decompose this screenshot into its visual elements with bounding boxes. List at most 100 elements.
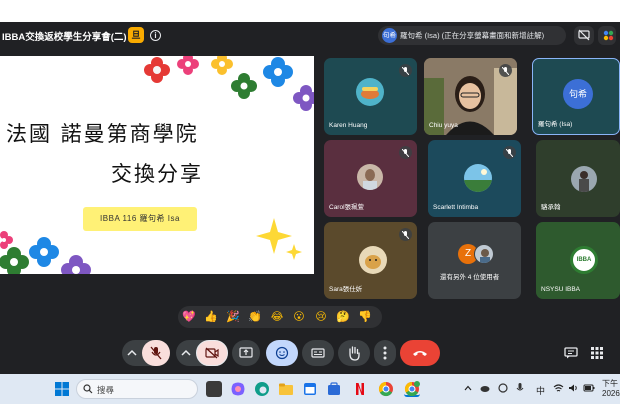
tray-overflow-chevron-icon[interactable] — [464, 385, 472, 391]
chevron-up-icon — [127, 349, 137, 356]
participant-avatar — [571, 166, 597, 192]
onedrive-icon[interactable] — [480, 383, 490, 393]
camera-control-group — [176, 340, 228, 366]
task-view-app[interactable] — [206, 381, 222, 397]
reaction-party-icon[interactable]: 🎉 — [226, 310, 240, 324]
windows-logo-icon — [55, 382, 69, 396]
organization-logo: IBBA — [570, 246, 598, 274]
ime-indicator[interactable]: 中 — [536, 384, 545, 397]
camera-toggle-button[interactable] — [196, 340, 228, 366]
reaction-thinking-icon[interactable]: 🤔 — [336, 310, 350, 324]
reaction-thumbs-down-icon[interactable]: 👎 — [358, 310, 372, 324]
presenter-status-chip[interactable]: 句希 羅句希 (Isa) (正在分享螢幕畫面和新增註解) — [378, 26, 566, 45]
mic-toggle-button[interactable] — [142, 340, 170, 366]
present-screen-button[interactable] — [232, 340, 260, 366]
search-placeholder: 搜尋 — [97, 385, 115, 395]
present-off-icon — [578, 29, 590, 41]
mic-off-icon — [150, 346, 162, 360]
apps-icon — [603, 30, 614, 41]
emoji-icon — [275, 346, 289, 360]
edge-icon — [255, 382, 269, 396]
leave-call-button[interactable] — [400, 340, 440, 366]
meeting-apps-button[interactable] — [598, 26, 616, 45]
meet-tray-icon[interactable] — [498, 383, 508, 393]
screenshot: IBBA交換返校學生分享會(二) 旦 i 句希 羅句希 (Isa) (正在分享螢… — [0, 0, 620, 414]
stop-presenting-button[interactable] — [574, 26, 594, 45]
more-participants-label: 還有另外 4 位使用者 — [440, 274, 500, 281]
reaction-sad-icon[interactable]: 😢 — [314, 310, 328, 324]
chrome-app[interactable] — [378, 381, 394, 397]
reactions-bar: 💖 👍 🎉 👏 😂 😮 😢 🤔 👎 — [178, 306, 382, 328]
participant-tile[interactable]: Sara張仕妡 — [324, 222, 417, 299]
battery-icon[interactable] — [583, 383, 595, 393]
participant-tile[interactable]: Chiu yuya — [424, 58, 517, 135]
participant-tile-speaking[interactable]: 句希 羅句希 (Isa) — [532, 58, 620, 135]
activities-button[interactable] — [586, 342, 608, 364]
wifi-icon[interactable] — [553, 383, 564, 393]
slide-presenter-line: IBBA 116 羅句希 Isa — [100, 214, 180, 223]
raise-hand-button[interactable] — [338, 340, 370, 366]
volume-icon[interactable] — [568, 383, 579, 393]
clock-date[interactable]: 2026/ — [602, 389, 620, 398]
netflix-icon — [356, 383, 364, 395]
present-to-all-icon — [239, 347, 253, 358]
participant-avatar — [464, 164, 492, 192]
mic-muted-icon — [399, 64, 412, 77]
participant-avatar — [359, 246, 387, 274]
participant-tile[interactable]: Carol張珮萱 — [324, 140, 417, 217]
chrome-profile-icon — [404, 381, 420, 397]
copilot-app[interactable] — [230, 381, 246, 397]
calendar-app[interactable] — [302, 381, 318, 397]
camera-off-icon — [205, 347, 219, 359]
more-vert-icon — [383, 346, 387, 360]
file-explorer-app[interactable] — [278, 381, 294, 397]
chrome-icon — [378, 381, 393, 397]
participant-tile[interactable]: Scarlett Intimba — [428, 140, 521, 217]
meeting-top-bar: IBBA交換返校學生分享會(二) 旦 i 句希 羅句希 (Isa) (正在分享螢… — [0, 22, 620, 50]
slide-subtitle: 交換分享 — [111, 162, 203, 186]
windows-taskbar: 搜尋 中 下午 2026/ — [0, 374, 620, 404]
participant-name: Chiu yuya — [429, 122, 458, 129]
more-participants-tile[interactable]: Z 還有另外 4 位使用者 — [428, 222, 521, 299]
reaction-clap-icon[interactable]: 👏 — [248, 310, 262, 324]
meeting-title: IBBA交換返校學生分享會(二) — [2, 32, 127, 43]
microphone-control-group — [122, 340, 170, 366]
captions-button[interactable] — [302, 340, 334, 366]
reactions-toggle-button[interactable] — [266, 340, 298, 366]
teams-app[interactable] — [326, 381, 342, 397]
participant-name: Carol張珮萱 — [329, 204, 365, 211]
taskbar-search-box[interactable]: 搜尋 — [76, 379, 198, 399]
calendar-icon — [304, 383, 316, 395]
grid-icon — [591, 347, 603, 359]
folder-icon — [279, 383, 293, 395]
participant-tile[interactable]: 駱承翰 — [536, 140, 620, 217]
participant-tile[interactable]: Karen Huang — [324, 58, 417, 135]
search-icon — [83, 384, 93, 394]
phone-hangup-icon — [413, 351, 427, 356]
meeting-badge[interactable]: 旦 — [128, 27, 144, 43]
reaction-thumbs-up-icon[interactable]: 👍 — [204, 310, 218, 324]
reaction-surprised-icon[interactable]: 😮 — [292, 310, 306, 324]
chat-icon — [564, 347, 578, 359]
participant-name: Sara張仕妡 — [329, 286, 363, 293]
chat-button[interactable] — [560, 342, 582, 364]
participant-tile[interactable]: IBBA NSYSU IBBA — [536, 222, 620, 299]
slide-title: 法國 諾曼第商學院 — [6, 122, 199, 146]
more-options-button[interactable] — [374, 340, 396, 366]
mic-muted-icon — [503, 146, 516, 159]
clock-time[interactable]: 下午 — [602, 378, 618, 389]
audio-options-button[interactable] — [122, 340, 142, 366]
reaction-laugh-icon[interactable]: 😂 — [270, 310, 284, 324]
copilot-icon — [231, 382, 245, 396]
start-button[interactable] — [54, 381, 70, 397]
netflix-app[interactable] — [352, 381, 368, 397]
video-options-button[interactable] — [176, 340, 196, 366]
closed-captions-icon — [311, 348, 325, 358]
participant-avatar: 句希 — [563, 79, 593, 109]
chrome-meet-active-app[interactable] — [404, 381, 420, 397]
info-icon[interactable]: i — [150, 30, 161, 41]
microphone-tray-icon[interactable] — [516, 382, 524, 394]
presenter-avatar: 句希 — [382, 28, 397, 43]
edge-app[interactable] — [254, 381, 270, 397]
reaction-heart-icon[interactable]: 💖 — [182, 310, 196, 324]
